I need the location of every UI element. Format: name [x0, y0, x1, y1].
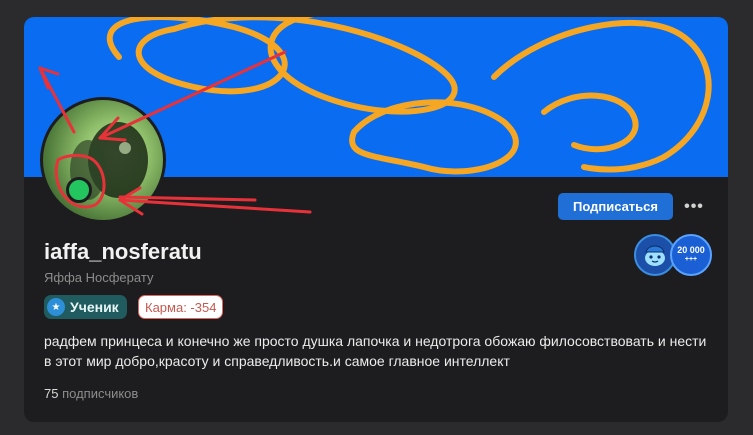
avatar[interactable] [40, 97, 166, 223]
rank-label: Ученик [70, 299, 119, 315]
profile-bio: радфем принцеса и конечно же просто душк… [44, 333, 707, 369]
avatar-image [43, 100, 163, 220]
followers-20000-award-icon[interactable]: 20 000 +++ [670, 234, 712, 276]
followers-label: подписчиков [62, 386, 139, 401]
followers-number: 75 [44, 386, 59, 401]
profile-username: iaffa_nosferatu [44, 239, 202, 264]
award-value: 20 000 [677, 245, 705, 255]
subscribe-button[interactable]: Подписаться [558, 193, 673, 220]
profile-full-name: Яффа Носферату [44, 270, 154, 285]
karma-badge[interactable]: Карма: -354 [138, 295, 224, 319]
student-icon: ★ [47, 298, 65, 316]
more-dots-icon[interactable]: ••• [680, 193, 708, 220]
followers-count[interactable]: 75 подписчиков [44, 386, 138, 401]
award-suffix: +++ [684, 256, 698, 263]
rank-badge[interactable]: ★ Ученик [44, 295, 127, 319]
online-status-icon [66, 177, 92, 203]
